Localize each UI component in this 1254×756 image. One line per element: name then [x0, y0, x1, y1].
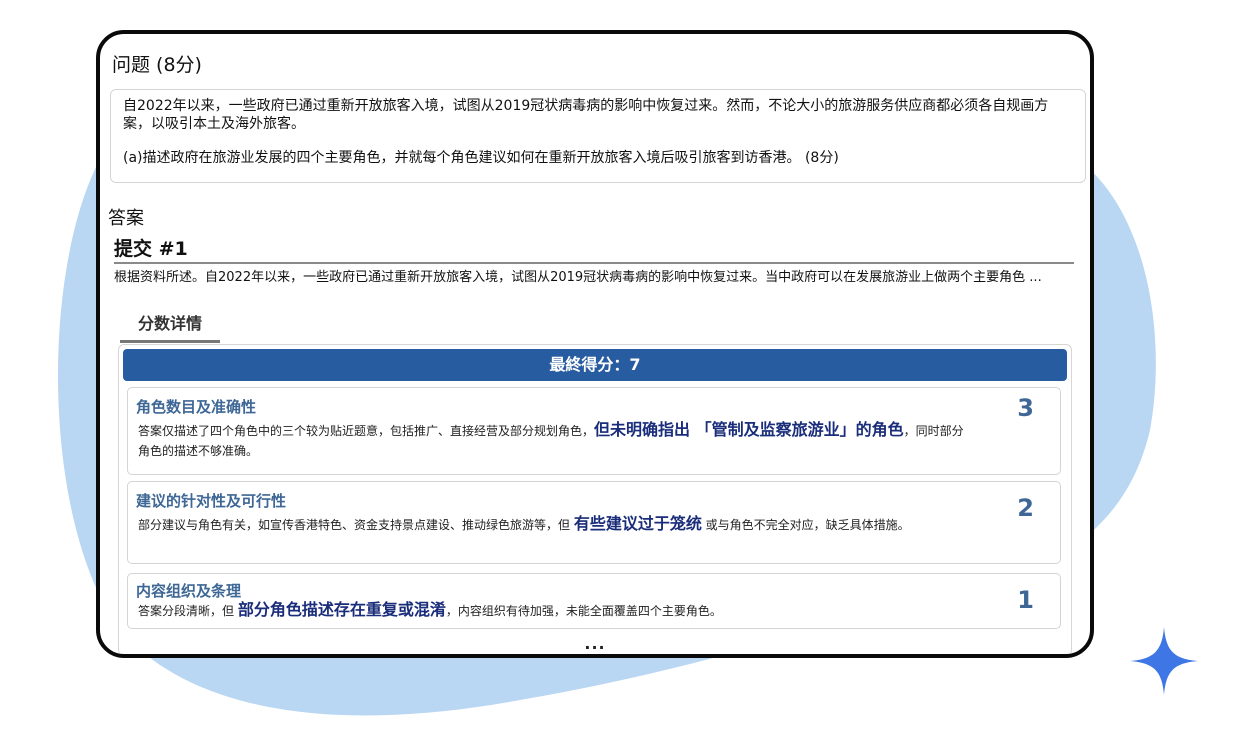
criterion-card-organization: 内容组织及条理 答案分段清晰，但 部分角色描述存在重复或混淆，内容组织有待加强，…	[127, 573, 1061, 629]
criterion-score: 3	[1017, 394, 1034, 422]
criterion-description: 答案仅描述了四个角色中的三个较为贴近题意，包括推广、直接经营及部分规划角色，但未…	[138, 420, 964, 458]
criterion-title: 角色数目及准确性	[136, 398, 257, 416]
criterion-score: 1	[1017, 586, 1034, 614]
sparkle-star-icon	[1130, 627, 1198, 695]
criterion-title: 内容组织及条理	[136, 582, 242, 600]
criterion-highlight: 有些建议过于笼统	[573, 514, 702, 533]
criterion-highlight: 但未明确指出 「管制及监察旅游业」的角色	[594, 420, 904, 439]
final-score-bar: 最終得分：7	[123, 349, 1067, 381]
submission-excerpt: 根据资料所述。自2022年以来，一些政府已通过重新开放旅客入境，试图从2019冠…	[114, 270, 1042, 285]
more-ellipsis[interactable]: ...	[119, 634, 1071, 653]
question-paragraph: 自2022年以来，一些政府已通过重新开放旅客入境，试图从2019冠状病毒病的影响…	[123, 98, 1049, 132]
criterion-card-role-accuracy: 角色数目及准确性 答案仅描述了四个角色中的三个较为贴近题意，包括推广、直接经营及…	[127, 387, 1061, 475]
criterion-description: 部分建议与角色有关，如宣传香港特色、资金支持景点建设、推动绿色旅游等，但 有些建…	[138, 514, 910, 533]
question-title: 问题 (8分)	[112, 54, 202, 76]
question-part-a: (a)描述政府在旅游业发展的四个主要角色，并就每个角色建议如何在重新开放旅客入境…	[123, 150, 839, 166]
submission-divider	[114, 262, 1074, 264]
criterion-title: 建议的针对性及可行性	[136, 492, 287, 510]
submission-title: 提交 #1	[114, 238, 188, 260]
criterion-card-suggestion-feasibility: 建议的针对性及可行性 部分建议与角色有关，如宣传香港特色、资金支持景点建设、推动…	[127, 481, 1061, 564]
criterion-highlight: 部分角色描述存在重复或混淆	[237, 600, 446, 619]
answer-section-label: 答案	[108, 208, 144, 229]
criterion-score: 2	[1017, 494, 1034, 522]
tab-score-details[interactable]: 分数详情	[120, 310, 220, 343]
score-panel: 最終得分：7 角色数目及准确性 答案仅描述了四个角色中的三个较为贴近题意，包括推…	[118, 344, 1072, 654]
question-box: 自2022年以来，一些政府已通过重新开放旅客入境，试图从2019冠状病毒病的影响…	[110, 89, 1086, 183]
question-answer-card: 问题 (8分) 自2022年以来，一些政府已通过重新开放旅客入境，试图从2019…	[96, 30, 1094, 658]
criterion-description: 答案分段清晰，但 部分角色描述存在重复或混淆，内容组织有待加强，未能全面覆盖四个…	[138, 600, 722, 619]
